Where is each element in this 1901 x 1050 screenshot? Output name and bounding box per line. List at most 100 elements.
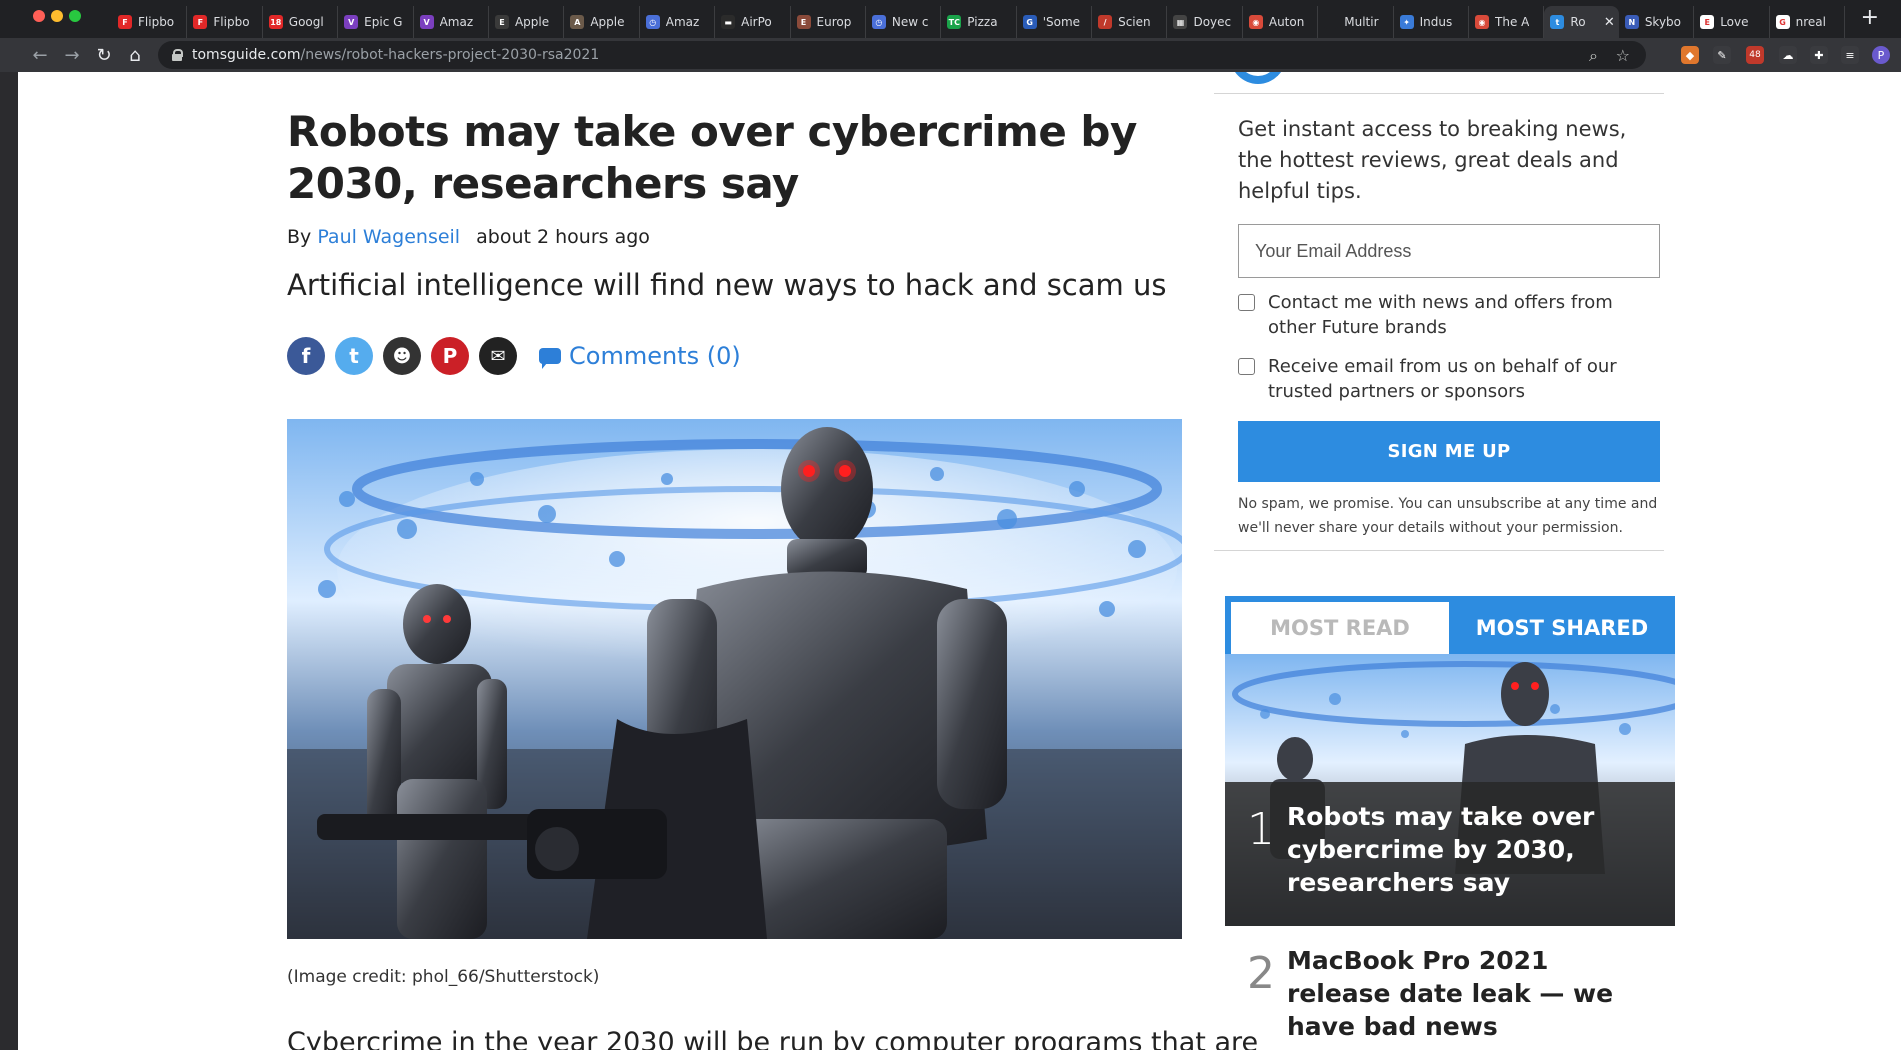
partner-consent-row[interactable]: Receive email from us on behalf of our t… (1238, 354, 1658, 404)
popular-item-thumbnail[interactable]: 1 Robots may take over cybercrime by 203… (1225, 654, 1675, 926)
home-icon[interactable]: ⌂ (121, 41, 149, 69)
browser-tab[interactable]: V Amaz (414, 6, 489, 38)
contact-consent-label: Contact me with news and offers from oth… (1268, 292, 1613, 338)
tab-title: Flipbo (138, 15, 175, 29)
author-link[interactable]: Paul Wagenseil (317, 226, 460, 248)
tab-favicon-icon: TC (947, 15, 962, 29)
badge-extension-icon[interactable]: 48 (1746, 46, 1764, 64)
browser-tab[interactable]: F Flipbo (187, 6, 263, 38)
browser-tab[interactable]: V Epic G (338, 6, 414, 38)
url-path: /news/robot-hackers-project-2030-rsa2021 (300, 47, 600, 63)
tab-title: Flipbo (213, 15, 250, 29)
browser-tab[interactable]: G 'Some (1017, 6, 1093, 38)
browser-tab[interactable]: A Apple (564, 6, 640, 38)
web-page: Robots may take over cybercrime by 2030,… (18, 72, 1901, 1050)
byline-prefix: By (287, 226, 312, 248)
tab-favicon-icon: N (1624, 15, 1639, 29)
tab-title: Doyec (1193, 15, 1232, 29)
partner-consent-label: Receive email from us on behalf of our t… (1268, 356, 1617, 402)
browser-tab[interactable]: Gnreal (1770, 6, 1845, 38)
reload-icon[interactable]: ↻ (90, 41, 118, 69)
tab-most-shared[interactable]: MOST SHARED (1449, 602, 1675, 654)
tab-favicon-icon: t (1550, 15, 1565, 29)
browser-tab[interactable]: ◉ Auton (1243, 6, 1319, 38)
tab-most-read[interactable]: MOST READ (1231, 602, 1449, 654)
tab-favicon-icon: ▬ (721, 15, 736, 29)
tab-title: Skybo (1644, 15, 1682, 29)
close-window-button[interactable] (33, 10, 45, 22)
article-strapline: Artificial intelligence will find new wa… (287, 268, 1167, 302)
browser-tab[interactable]: ▬ AirPo (715, 6, 791, 38)
window-edge (0, 72, 18, 1050)
browser-tab[interactable]: ◉ The A (1469, 6, 1545, 38)
tab-favicon-icon: V (419, 15, 434, 29)
cloud-extension-icon[interactable]: ☁ (1779, 46, 1797, 64)
puzzle-extensions-icon[interactable]: ✚ (1810, 46, 1828, 64)
tab-title: Apple (590, 15, 625, 29)
new-tab-button[interactable]: + (1861, 6, 1879, 30)
popular-item-2-title[interactable]: MacBook Pro 2021 release date leak — we … (1287, 944, 1647, 1043)
tab-favicon-icon: F (193, 15, 208, 29)
contact-consent-row[interactable]: Contact me with news and offers from oth… (1238, 290, 1658, 340)
tab-favicon-icon: G (1775, 15, 1790, 29)
browser-tab[interactable]: ◷ New c (866, 6, 942, 38)
browser-tab[interactable]: F Flipbo (112, 6, 188, 38)
tab-favicon-icon: / (1098, 15, 1113, 29)
minimize-window-button[interactable] (51, 10, 63, 22)
browser-tab[interactable]: ✦ Indus (1394, 6, 1470, 38)
tab-favicon-icon: F (118, 15, 132, 29)
share-buttons: f t ☻ P ✉ (287, 337, 527, 375)
browser-tab[interactable]: ▦ Doyec (1167, 6, 1243, 38)
lock-icon (172, 49, 183, 61)
publish-time: about 2 hours ago (476, 226, 650, 248)
contact-consent-checkbox[interactable] (1238, 294, 1255, 311)
address-bar[interactable]: tomsguide.com/news/robot-hackers-project… (158, 41, 1646, 69)
popular-tabs: MOST READ MOST SHARED (1225, 596, 1675, 654)
forward-arrow-icon[interactable]: → (58, 41, 86, 69)
browser-tab[interactable]: / Scien (1092, 6, 1168, 38)
browser-tab[interactable]: E Europ (791, 6, 866, 38)
bookmark-star-icon[interactable]: ☆ (1616, 46, 1630, 65)
facebook-share-icon[interactable]: f (287, 337, 325, 375)
extension-badge: 48 (1749, 50, 1761, 60)
browser-tab[interactable]: Multir (1318, 6, 1394, 38)
tab-favicon-icon: ◷ (645, 15, 660, 29)
browser-tab[interactable]: E Apple (489, 6, 565, 38)
back-arrow-icon[interactable]: ← (26, 41, 54, 69)
extension-icon[interactable]: ◆ (1681, 46, 1699, 64)
comments-link[interactable]: Comments (0) (539, 342, 741, 370)
pinterest-share-icon[interactable]: P (431, 337, 469, 375)
tab-favicon-icon: E (494, 15, 509, 29)
browser-tab[interactable]: 18 Googl (263, 6, 339, 38)
tab-close-icon[interactable]: ✕ (1600, 15, 1615, 30)
tab-favicon-icon: E (796, 15, 811, 29)
reddit-share-icon[interactable]: ☻ (383, 337, 421, 375)
zoom-window-button[interactable] (69, 10, 81, 22)
tab-title: AirPo (741, 15, 772, 29)
sign-me-up-button[interactable]: SIGN ME UP (1238, 421, 1660, 482)
tab-favicon-icon: A (570, 15, 585, 29)
tab-favicon-icon: 18 (268, 15, 283, 29)
image-credit: (Image credit: phol_66/Shutterstock) (287, 967, 600, 987)
tab-title: Amaz (439, 15, 474, 29)
pen-extension-icon[interactable]: ✎ (1713, 46, 1731, 64)
email-share-icon[interactable]: ✉ (479, 337, 517, 375)
popular-item-1[interactable]: 1 Robots may take over cybercrime by 203… (1225, 782, 1675, 926)
tab-title: Love (1720, 15, 1749, 29)
email-field[interactable] (1238, 224, 1660, 278)
tab-active[interactable]: t Ro ✕ (1544, 6, 1619, 38)
browser-tab[interactable]: N Skybo (1619, 6, 1695, 38)
zoom-icon[interactable]: ⌕ (1589, 46, 1598, 66)
browser-tab[interactable]: E Love (1694, 6, 1770, 38)
tab-favicon-icon: ◉ (1248, 15, 1263, 29)
tab-favicon-icon: ◉ (1475, 15, 1490, 29)
browser-tab[interactable]: TC Pizza (941, 6, 1017, 38)
browser-tab[interactable]: ◷ Amaz (640, 6, 716, 38)
partner-consent-checkbox[interactable] (1238, 358, 1255, 375)
rank-number: 1 (1247, 804, 1275, 855)
robots-illustration (287, 419, 1182, 939)
reading-list-icon[interactable]: ≡ (1841, 46, 1859, 64)
browser-tabs: F Flipbo F Flipbo 18 Googl V Epic G V Amaz E Apple A… (112, 4, 1845, 38)
twitter-share-icon[interactable]: t (335, 337, 373, 375)
profile-avatar[interactable]: P (1872, 46, 1890, 64)
